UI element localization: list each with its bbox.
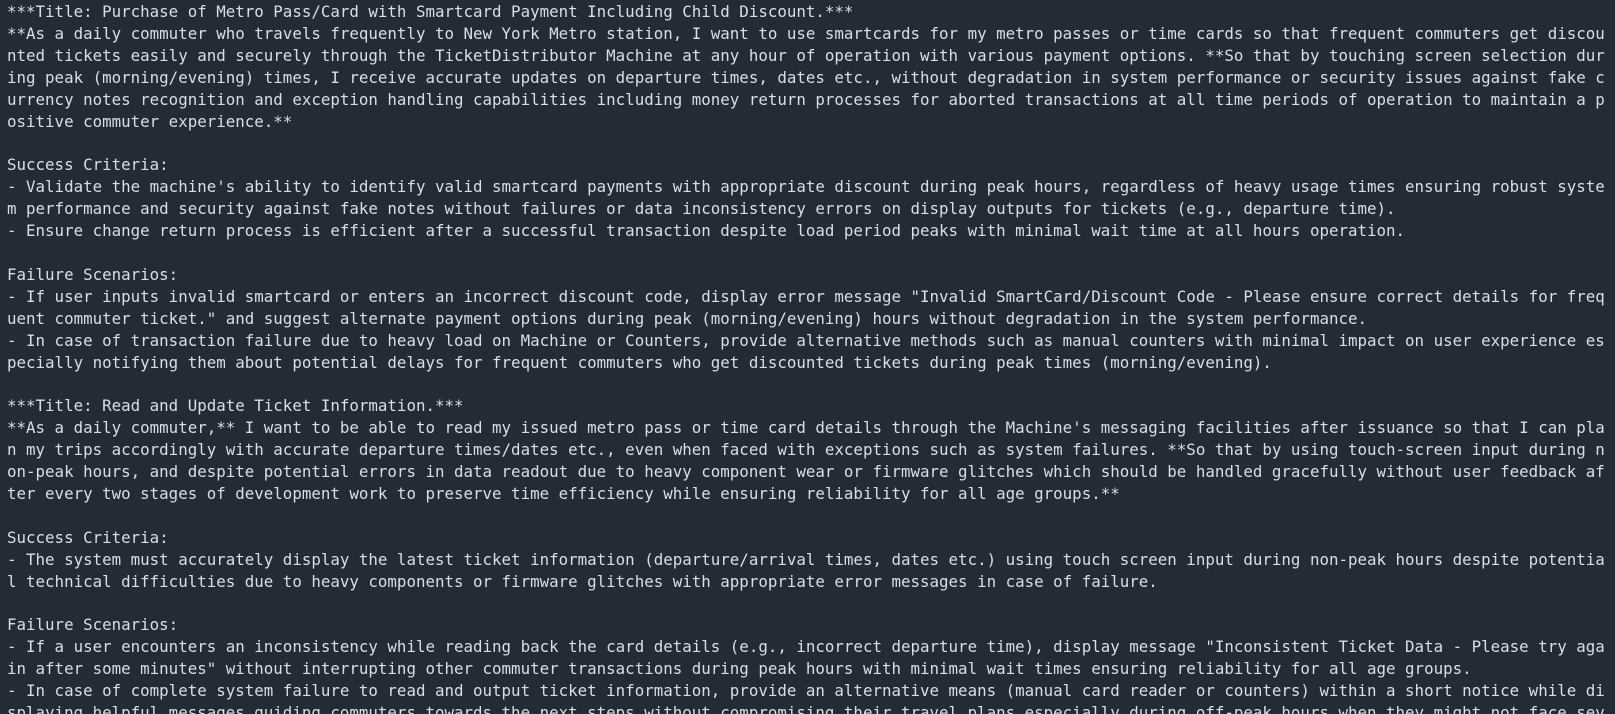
generated-text-output: ***Title: Purchase of Metro Pass/Card wi…: [7, 2, 1605, 714]
output-pane: ***Title: Purchase of Metro Pass/Card wi…: [0, 0, 1615, 714]
